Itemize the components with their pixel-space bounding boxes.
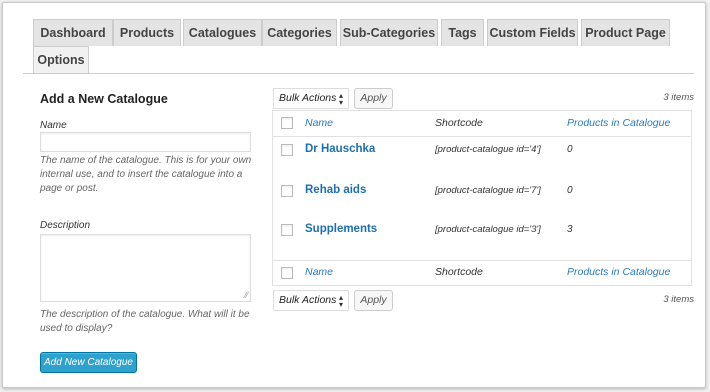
column-footer-shortcode: Shortcode	[435, 266, 483, 278]
updown-arrow-icon: ▴ ▾	[338, 293, 343, 309]
tabs-divider	[23, 73, 694, 74]
apply-button-bottom[interactable]: Apply	[354, 290, 393, 311]
form-title: Add a New Catalogue	[40, 92, 168, 106]
bulk-actions-value: Bulk Actions	[279, 92, 337, 104]
catalogue-shortcode: [product-catalogue id='3']	[435, 224, 541, 235]
catalogue-product-count: 0	[567, 144, 573, 155]
catalogue-name-link[interactable]: Supplements	[305, 223, 377, 235]
bulk-actions-value: Bulk Actions	[279, 294, 337, 306]
tab-label: Sub-Categories	[342, 26, 436, 40]
row-checkbox[interactable]	[281, 224, 293, 236]
tab-label: Tags	[448, 26, 477, 40]
column-footer-name[interactable]: Name	[305, 266, 333, 278]
row-checkbox[interactable]	[281, 185, 293, 197]
tab-sub-categories[interactable]: Sub-Categories	[340, 19, 438, 46]
bulk-actions-select-bottom[interactable]: Bulk Actions ▴ ▾	[273, 290, 349, 311]
catalogues-table: Name Shortcode Products in Catalogue Dr …	[272, 110, 692, 286]
tab-label: Catalogues	[188, 26, 257, 40]
table-footer-row: Name Shortcode Products in Catalogue	[273, 260, 691, 286]
bulk-actions-select-top[interactable]: Bulk Actions ▴ ▾	[273, 88, 349, 109]
catalogue-product-count: 3	[567, 224, 573, 235]
tab-products[interactable]: Products	[113, 19, 181, 46]
tab-custom-fields[interactable]: Custom Fields	[487, 19, 578, 46]
tab-label: Product Page	[585, 26, 666, 40]
column-footer-products[interactable]: Products in Catalogue	[567, 266, 670, 278]
tab-catalogues[interactable]: Catalogues	[183, 19, 262, 46]
tab-label: Custom Fields	[489, 26, 576, 40]
tab-label: Products	[119, 26, 175, 40]
resize-grip-icon[interactable]: ⁄⁄	[245, 291, 248, 300]
add-new-catalogue-button[interactable]: Add New Catalogue	[40, 352, 137, 373]
column-header-products[interactable]: Products in Catalogue	[567, 117, 670, 129]
catalogue-shortcode: [product-catalogue id='4']	[435, 144, 541, 155]
name-help-text: The name of the catalogue. This is for y…	[40, 155, 252, 194]
tab-categories[interactable]: Categories	[262, 19, 337, 46]
select-all-checkbox-bottom[interactable]	[281, 267, 293, 279]
catalogue-name-link[interactable]: Dr Hauschka	[305, 143, 375, 155]
row-checkbox[interactable]	[281, 144, 293, 156]
apply-button-top[interactable]: Apply	[354, 88, 393, 109]
description-label: Description	[40, 220, 91, 231]
description-help-text: The description of the catalogue. What w…	[40, 309, 250, 334]
name-input[interactable]	[40, 132, 251, 152]
tab-product-page[interactable]: Product Page	[581, 19, 670, 46]
catalogue-name-link[interactable]: Rehab aids	[305, 184, 366, 196]
select-all-checkbox[interactable]	[281, 117, 293, 129]
tab-dashboard[interactable]: Dashboard	[33, 19, 113, 46]
tab-label: Options	[37, 53, 85, 67]
items-count-bottom: 3 items	[663, 294, 694, 305]
column-header-name[interactable]: Name	[305, 117, 333, 129]
table-row: Dr Hauschka [product-catalogue id='4'] 0	[273, 137, 691, 177]
tab-options[interactable]: Options	[33, 46, 89, 74]
tab-label: Dashboard	[40, 26, 106, 40]
table-row: Rehab aids [product-catalogue id='7'] 0	[273, 177, 691, 217]
table-row: Supplements [product-catalogue id='3'] 3	[273, 217, 691, 257]
catalogue-product-count: 0	[567, 185, 573, 196]
name-label: Name	[40, 120, 67, 131]
tab-label: Categories	[267, 26, 332, 40]
column-header-shortcode: Shortcode	[435, 117, 483, 129]
catalogue-shortcode: [product-catalogue id='7']	[435, 185, 541, 196]
description-textarea[interactable]: ⁄⁄	[40, 234, 251, 302]
tab-tags[interactable]: Tags	[441, 19, 484, 46]
items-count-top: 3 items	[663, 92, 694, 103]
table-header-row: Name Shortcode Products in Catalogue	[273, 111, 691, 137]
updown-arrow-icon: ▴ ▾	[338, 91, 343, 107]
